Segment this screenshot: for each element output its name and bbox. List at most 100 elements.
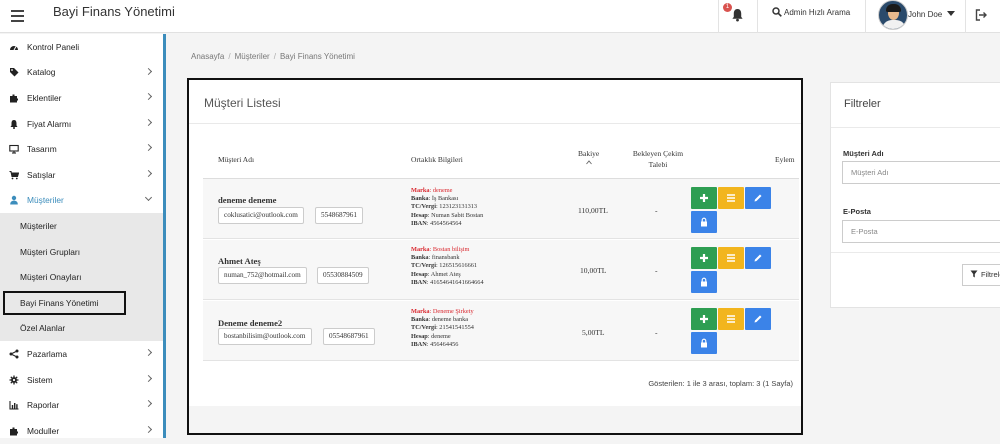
- column-header-pending-line2: Talebi: [648, 160, 668, 169]
- customer-name-input[interactable]: Müşteri Adı: [842, 161, 1000, 184]
- account-value: deneme: [431, 332, 451, 340]
- submenu-item-customer-approvals[interactable]: Müşteri Onayları: [0, 264, 163, 290]
- sidebar-item-modules[interactable]: Moduller: [0, 418, 163, 444]
- puzzle-icon: [10, 427, 18, 436]
- list-button[interactable]: [718, 187, 744, 209]
- quick-search-button[interactable]: Admin Hızlı Arama: [772, 7, 850, 17]
- filter-icon: [970, 270, 978, 278]
- filter-button[interactable]: Filtrele: [962, 264, 1000, 286]
- plus-icon: [700, 254, 708, 262]
- sidebar-item-label: Fiyat Alarmı: [27, 118, 72, 129]
- bank-value: deneme banka: [431, 316, 469, 324]
- search-icon: [772, 7, 782, 17]
- customer-name-label: Müşteri Adı: [843, 149, 884, 158]
- sidebar-item-marketing[interactable]: Pazarlama: [0, 341, 163, 367]
- caret-down-icon[interactable]: [947, 11, 955, 16]
- column-header-pending-line1: Bekleyen Çekim: [632, 149, 684, 158]
- lock-button[interactable]: [691, 211, 717, 233]
- sidebar-item-dashboard[interactable]: Kontrol Paneli: [0, 34, 163, 60]
- list-icon: [727, 194, 735, 202]
- submenu-item-customers[interactable]: Müşteriler: [0, 213, 163, 239]
- account-value: Numan Sabit Bostan: [431, 211, 484, 219]
- user-name[interactable]: John Doe: [908, 10, 942, 19]
- puzzle-icon: [10, 94, 18, 103]
- customer-name: deneme deneme: [218, 195, 277, 205]
- add-button[interactable]: [691, 308, 717, 330]
- sidebar-item-sales[interactable]: Satışlar: [0, 162, 163, 188]
- breadcrumb-customers[interactable]: Müşteriler: [235, 52, 270, 61]
- sidebar-item-price-alarm[interactable]: Fiyat Alarmı: [0, 111, 163, 137]
- chevron-right-icon: [144, 400, 153, 408]
- table-row: Deneme deneme2 bostanbilisim@outlook.com…: [203, 301, 799, 361]
- lock-icon: [701, 338, 707, 348]
- balance-value: 110,00TL: [578, 206, 608, 215]
- breadcrumb-current: Bayi Finans Yönetimi: [279, 52, 355, 61]
- sidebar-item-customers[interactable]: Müşteriler: [0, 188, 163, 214]
- tax-id-value: 126515616661: [439, 262, 478, 270]
- pending-value: -: [655, 266, 658, 275]
- filter-button-label: Filtrele: [981, 270, 1000, 279]
- sidebar-item-label: Satışlar: [27, 169, 56, 180]
- customer-phone: 05548687961: [323, 328, 375, 345]
- sidebar-item-label: Kontrol Paneli: [27, 41, 80, 52]
- bank-value: finansbank: [431, 254, 460, 262]
- iban-value: 41654641641664664: [430, 278, 484, 286]
- dashboard-icon: [10, 45, 18, 51]
- column-header-balance[interactable]: Bakiye: [578, 149, 599, 167]
- submenu-item-dealer-finance[interactable]: Bayi Finans Yönetimi: [2, 290, 127, 316]
- table-row: Ahmet Ateş numan_752@hotmail.com 0553088…: [203, 240, 799, 300]
- avatar[interactable]: [878, 0, 908, 30]
- customer-email: numan_752@hotmail.com: [218, 267, 307, 284]
- sidebar-item-reports[interactable]: Raporlar: [0, 392, 163, 418]
- filter-panel: Filtreler Müşteri Adı Müşteri Adı E-Post…: [830, 82, 1000, 308]
- menu-toggle-icon[interactable]: [11, 10, 24, 22]
- list-button[interactable]: [718, 247, 744, 269]
- breadcrumb-home[interactable]: Anasayfa: [191, 52, 224, 61]
- divider: [965, 0, 966, 33]
- sidebar-item-extensions[interactable]: Eklentiler: [0, 85, 163, 111]
- add-button[interactable]: [691, 187, 717, 209]
- card-footer: [189, 406, 801, 433]
- customer-email: coklusatici@outlook.com: [218, 207, 304, 224]
- customer-email: bostanbilisim@outlook.com: [218, 328, 312, 345]
- sidebar-item-label: Eklentiler: [27, 92, 62, 103]
- column-header-action: Eylem: [775, 155, 795, 164]
- divider: [189, 123, 801, 124]
- top-bar: Bayi Finans Yönetimi 1 Admin Hızlı Arama…: [0, 0, 1000, 33]
- add-button[interactable]: [691, 247, 717, 269]
- table-row: deneme deneme coklusatici@outlook.com 55…: [203, 179, 799, 239]
- chevron-right-icon: [144, 118, 153, 126]
- chevron-right-icon: [144, 425, 153, 433]
- tax-id-value: 21541541554: [439, 324, 474, 332]
- list-button[interactable]: [718, 308, 744, 330]
- edit-button[interactable]: [745, 247, 771, 269]
- cart-icon: [9, 170, 19, 180]
- chevron-right-icon: [144, 144, 153, 152]
- submenu-item-custom-fields[interactable]: Özel Alanlar: [0, 316, 163, 342]
- pencil-icon: [754, 254, 762, 262]
- email-input[interactable]: E-Posta: [842, 220, 1000, 243]
- sidebar-item-system[interactable]: Sistem: [0, 367, 163, 393]
- list-icon: [727, 254, 735, 262]
- customer-phone: 5548687961: [315, 207, 363, 224]
- user-icon: [10, 196, 18, 205]
- logout-icon[interactable]: [975, 9, 987, 21]
- sidebar-item-catalog[interactable]: Katalog: [0, 60, 163, 86]
- pagination-info: Gösterilen: 1 ile 3 arası, toplam: 3 (1 …: [648, 379, 793, 388]
- edit-button[interactable]: [745, 187, 771, 209]
- submenu-item-customer-groups[interactable]: Müşteri Grupları: [0, 239, 163, 265]
- chevron-right-icon: [144, 349, 153, 357]
- customer-list-card: Müşteri Listesi Müşteri Adı Ortaklık Bil…: [187, 78, 803, 435]
- partner-info: Marka: deneme Banka: İş Bankası TC/Vergi…: [411, 187, 484, 227]
- tax-id-value: 123123131313: [439, 203, 478, 211]
- pending-value: -: [655, 206, 658, 215]
- notification-bell-icon[interactable]: [731, 8, 744, 22]
- sidebar-item-design[interactable]: Tasarım: [0, 136, 163, 162]
- column-header-balance-label: Bakiye: [578, 149, 600, 158]
- lock-button[interactable]: [691, 271, 717, 293]
- quick-search-label: Admin Hızlı Arama: [784, 8, 851, 17]
- bank-value: İş Bankası: [431, 195, 459, 203]
- chevron-right-icon: [144, 169, 153, 178]
- lock-button[interactable]: [691, 332, 717, 354]
- edit-button[interactable]: [745, 308, 771, 330]
